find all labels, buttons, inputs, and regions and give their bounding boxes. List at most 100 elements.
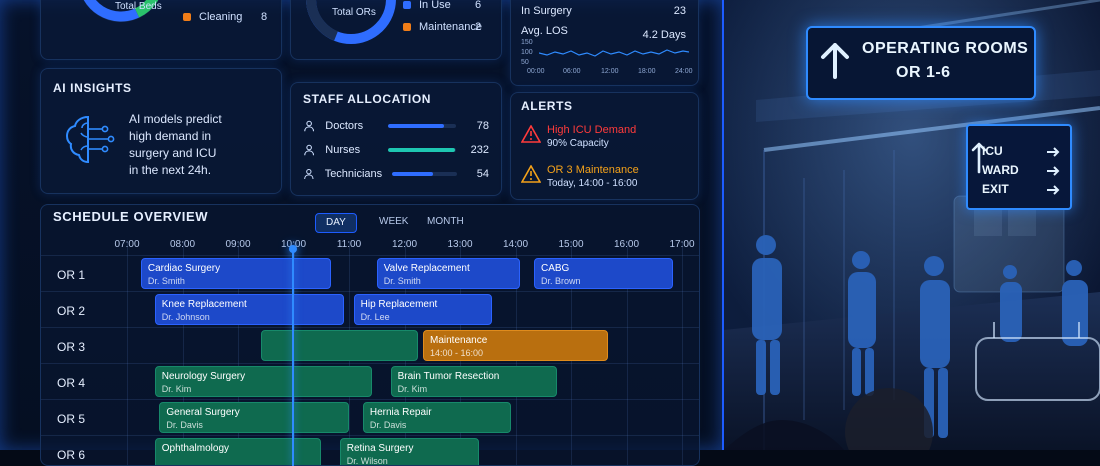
schedule-title: SCHEDULE OVERVIEW bbox=[53, 209, 209, 224]
alerts-title: ALERTS bbox=[521, 99, 573, 113]
schedule-overview: SCHEDULE OVERVIEW DAY WEEK MONTH 07:00 08… bbox=[40, 204, 700, 466]
room-label: OR 4 bbox=[57, 376, 86, 390]
ai-insights-text: AI models predict high demand in surgery… bbox=[129, 111, 222, 179]
sign-line-2: OR 1-6 bbox=[896, 64, 951, 81]
staff-bar-fill bbox=[387, 148, 455, 152]
ai-insights-title: AI INSIGHTS bbox=[53, 81, 132, 95]
schedule-event[interactable]: Hernia Repair Dr. Davis bbox=[362, 402, 511, 433]
staff-value: 54 bbox=[476, 168, 489, 180]
event-title: General Surgery bbox=[166, 407, 240, 418]
schedule-event[interactable]: Cardiac Surgery Dr. Smith bbox=[140, 258, 331, 289]
room-label: OR 1 bbox=[57, 268, 86, 282]
alert-detail: 90% Capacity bbox=[547, 138, 609, 149]
staff-allocation-title: STAFF ALLOCATION bbox=[303, 92, 432, 106]
staff-row-doctors: Doctors 78 bbox=[303, 116, 489, 136]
current-time-indicator bbox=[288, 245, 297, 466]
schedule-event[interactable]: Valve Replacement Dr. Smith bbox=[376, 258, 521, 289]
staff-bar-fill bbox=[387, 124, 444, 128]
person-icon bbox=[304, 168, 314, 180]
staff-bar-fill bbox=[392, 172, 434, 176]
schedule-event[interactable]: Hip Replacement Dr. Lee bbox=[353, 294, 493, 325]
ai-insights-line-4: in the next 24h. bbox=[129, 163, 212, 177]
event-subtitle: Dr. Wilson bbox=[346, 456, 388, 466]
arrow-right-icon bbox=[1047, 166, 1060, 176]
room-label: OR 6 bbox=[57, 448, 86, 462]
event-subtitle: Dr. Smith bbox=[147, 276, 185, 286]
staff-allocation-card: STAFF ALLOCATION Doctors 78 Nurses 232 T… bbox=[290, 82, 502, 196]
or-card: Total ORs In Use 6 Maintenance 2 bbox=[290, 0, 502, 60]
alert-detail: Today, 14:00 - 16:00 bbox=[547, 178, 638, 189]
maintenance-value: 2 bbox=[475, 21, 482, 33]
schedule-event[interactable]: Knee Replacement Dr. Johnson bbox=[154, 294, 345, 325]
warning-icon bbox=[521, 165, 541, 183]
schedule-event[interactable]: Retina Surgery Dr. Wilson bbox=[339, 438, 479, 466]
avg-los-label: Avg. LOS bbox=[521, 25, 568, 37]
time-gridline bbox=[127, 241, 128, 465]
event-subtitle: Dr. Lee bbox=[360, 312, 390, 322]
los-x-tick-4: 18:00 bbox=[638, 68, 656, 75]
person-icon bbox=[304, 120, 315, 132]
arrow-up-icon bbox=[821, 43, 849, 79]
staff-row-technicians: Technicians 54 bbox=[303, 164, 489, 184]
ai-insights-card: AI INSIGHTS AI models predict high deman… bbox=[40, 68, 282, 194]
alert-item-1[interactable]: High ICU Demand 90% Capacity bbox=[521, 121, 691, 153]
maintenance-swatch bbox=[403, 23, 411, 31]
or-donut-label: Total ORs bbox=[332, 7, 376, 18]
event-subtitle: Dr. Johnson bbox=[161, 312, 210, 322]
schedule-event[interactable]: CABG Dr. Brown bbox=[534, 258, 673, 289]
schedule-event[interactable]: Maintenance 14:00 - 16:00 bbox=[423, 330, 608, 361]
hospital-hallway-photo: OPERATING ROOMS OR 1-6 ICU WARD EXIT bbox=[724, 0, 1100, 450]
side-sign-line-3: EXIT bbox=[982, 182, 1009, 196]
person-icon bbox=[304, 144, 315, 156]
event-title: Knee Replacement bbox=[161, 299, 247, 310]
ai-insights-line-2: high demand in bbox=[129, 129, 212, 143]
beds-donut-label: Total Beds bbox=[115, 1, 162, 12]
ai-insights-line-3: surgery and ICU bbox=[129, 146, 217, 160]
staff-label: Doctors bbox=[325, 120, 364, 132]
maintenance-label: Maintenance bbox=[419, 21, 482, 33]
los-x-tick-2: 06:00 bbox=[563, 68, 581, 75]
schedule-event[interactable]: Ophthalmology bbox=[154, 438, 322, 465]
room-label: OR 3 bbox=[57, 340, 86, 354]
event-title: Brain Tumor Resection bbox=[397, 371, 500, 382]
tab-day[interactable]: DAY bbox=[315, 213, 357, 233]
tab-week[interactable]: WEEK bbox=[369, 213, 418, 231]
event-title: Cardiac Surgery bbox=[147, 263, 221, 274]
cleaning-label: Cleaning bbox=[199, 11, 243, 23]
arrow-right-icon bbox=[1047, 185, 1060, 195]
staff-bar-technicians bbox=[392, 172, 458, 176]
alert-item-2[interactable]: OR 3 Maintenance Today, 14:00 - 16:00 bbox=[521, 161, 691, 193]
staff-bar-doctors bbox=[387, 124, 457, 128]
operating-rooms-sign: OPERATING ROOMS OR 1-6 bbox=[806, 26, 1036, 100]
schedule-event[interactable] bbox=[261, 330, 419, 361]
schedule-event[interactable]: Neurology Surgery Dr. Kim bbox=[154, 366, 373, 397]
ai-brain-icon bbox=[65, 115, 115, 164]
beds-legend-cleaning: Cleaning 8 bbox=[183, 11, 267, 23]
schedule-event[interactable]: General Surgery Dr. Davis bbox=[159, 402, 349, 433]
cleaning-value: 8 bbox=[261, 11, 268, 23]
time-gridline bbox=[682, 241, 683, 465]
event-subtitle: 14:00 - 16:00 bbox=[430, 348, 484, 358]
room-label: OR 2 bbox=[57, 304, 86, 318]
event-title: Retina Surgery bbox=[346, 443, 414, 454]
room-gridline bbox=[41, 291, 699, 292]
event-title: Valve Replacement bbox=[383, 263, 470, 274]
current-time-dot bbox=[288, 245, 297, 253]
event-subtitle: Dr. Davis bbox=[166, 420, 203, 430]
event-subtitle: Dr. Davis bbox=[369, 420, 407, 430]
staff-value: 78 bbox=[476, 120, 489, 132]
patient-flow-card: In Surgery 23 Avg. LOS 4.2 Days 150 100 … bbox=[510, 0, 699, 86]
tab-month[interactable]: MONTH bbox=[417, 213, 474, 231]
room-gridline bbox=[41, 435, 699, 436]
beds-card: Total Beds Cleaning 8 bbox=[40, 0, 282, 60]
cleaning-swatch bbox=[183, 13, 191, 21]
alerts-card: ALERTS High ICU Demand 90% Capacity OR 3… bbox=[510, 92, 699, 200]
schedule-event[interactable]: Brain Tumor Resection Dr. Kim bbox=[390, 366, 558, 397]
staff-label: Nurses bbox=[325, 144, 361, 156]
los-x-tick-5: 24:00 bbox=[675, 68, 693, 75]
in-use-swatch bbox=[403, 1, 411, 9]
staff-row-nurses: Nurses 232 bbox=[303, 140, 489, 160]
room-label: OR 5 bbox=[57, 412, 86, 426]
los-x-tick-1: 00:00 bbox=[527, 68, 545, 75]
room-gridline bbox=[41, 363, 699, 364]
